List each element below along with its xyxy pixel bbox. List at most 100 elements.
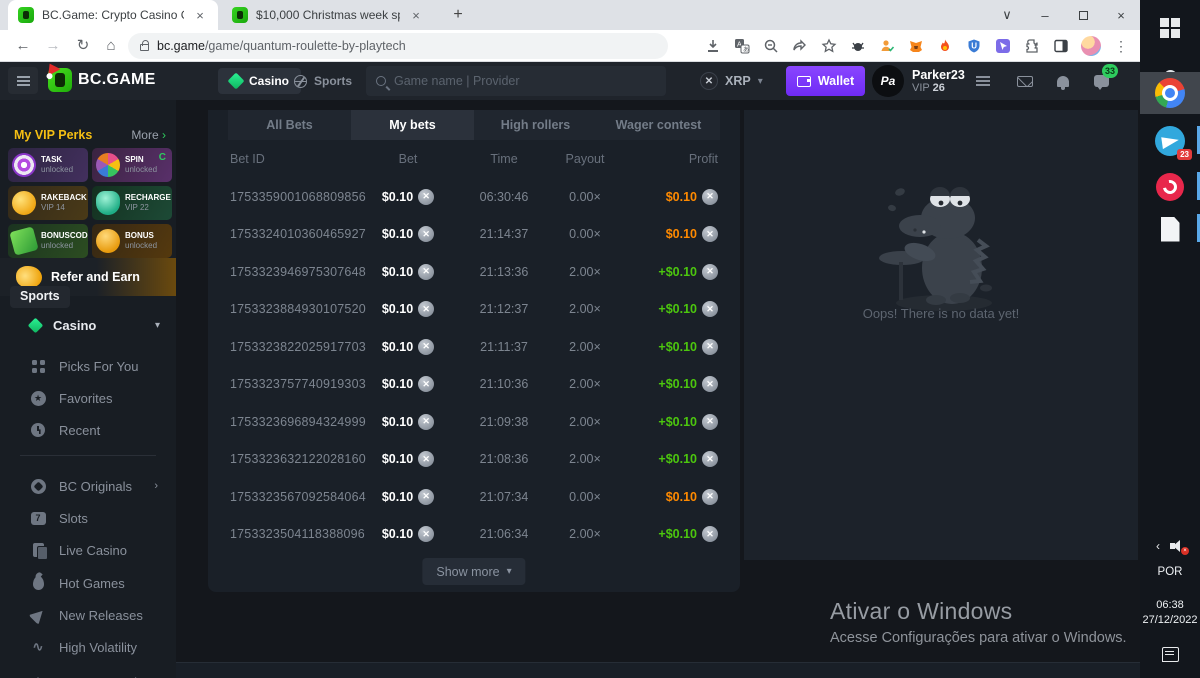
new-tab-button[interactable]: + [446, 4, 470, 28]
perk-bonus[interactable]: BONUSunlocked [92, 224, 172, 258]
perk-rakeback[interactable]: RAKEBACKVIP 14 [8, 186, 88, 220]
sidebar-item-feature-buyin[interactable]: Feature Buy-in [0, 668, 176, 678]
action-center-button[interactable] [1140, 640, 1200, 668]
table-row[interactable]: 1753324010360465927 $0.10✕ 21:14:37 0.00… [208, 216, 740, 254]
reload-button[interactable]: ↻ [72, 35, 94, 57]
show-more-button[interactable]: Show more ▾ [422, 558, 525, 585]
tab-high-rollers[interactable]: High rollers [474, 110, 597, 140]
sidebar-sports-label[interactable]: Sports [10, 286, 70, 308]
user-profile[interactable]: Pa Parker23 VIP 26 [872, 65, 965, 97]
hidden-icons-chevron-icon[interactable]: ‹ [1156, 539, 1160, 553]
taskbar-telegram-button[interactable]: 23 [1140, 120, 1200, 162]
game-search-input[interactable] [394, 74, 656, 88]
tab-close-icon[interactable]: × [408, 8, 424, 23]
sidebar-item-high-volatility[interactable]: ∿High Volatility [0, 633, 176, 661]
extension-purple-arrow-icon[interactable] [994, 37, 1012, 55]
rocket-icon [28, 605, 47, 624]
bet-amount: $0.10✕ [358, 489, 458, 505]
screen: BC.Game: Crypto Casino Games × $10,000 C… [0, 0, 1200, 678]
language-indicator[interactable]: POR [1140, 562, 1200, 582]
extension-spider-icon[interactable] [849, 37, 867, 55]
bets-table-body: 1753359001068809856 $0.10✕ 06:30:46 0.00… [208, 178, 740, 553]
sidebar-item-favorites[interactable]: ★Favorites [0, 384, 176, 412]
bcgame-logo[interactable]: BC.GAME [48, 68, 156, 92]
notifications-bell-icon[interactable] [1050, 69, 1076, 93]
table-row[interactable]: 1753323632122028160 $0.10✕ 21:08:36 2.00… [208, 441, 740, 479]
logo-text: BC.GAME [78, 71, 156, 89]
browser-tab-bcgame[interactable]: BC.Game: Crypto Casino Games × [8, 0, 218, 30]
table-row[interactable]: 1753323822025917703 $0.10✕ 21:11:37 2.00… [208, 328, 740, 366]
minimize-button[interactable]: – [1026, 8, 1064, 23]
nav-sports-button[interactable]: Sports [294, 68, 352, 94]
forward-button[interactable]: → [42, 35, 64, 57]
tab-all-bets[interactable]: All Bets [228, 110, 351, 140]
mail-icon[interactable] [1012, 69, 1038, 93]
perk-bonuscode[interactable]: BONUSCODEunlocked [8, 224, 88, 258]
speaker-muted-icon[interactable]: × [1170, 540, 1184, 552]
table-row[interactable]: 1753323884930107520 $0.10✕ 21:12:37 2.00… [208, 291, 740, 329]
taskbar-clock[interactable]: 06:38 27/12/2022 [1140, 596, 1200, 630]
tab-my-bets[interactable]: My bets [351, 110, 474, 140]
taskbar-red-app-button[interactable] [1140, 168, 1200, 206]
browser-menu-icon[interactable]: ⋮ [1112, 37, 1130, 55]
translate-icon[interactable]: Aあ [733, 37, 751, 55]
sidebar-item-recent[interactable]: Recent [0, 416, 176, 444]
tab-title: BC.Game: Crypto Casino Games [42, 8, 184, 22]
bookmark-star-icon[interactable] [820, 37, 838, 55]
tab-search-chevron-icon[interactable]: ∨ [988, 7, 1026, 23]
home-button[interactable]: ⌂ [100, 35, 122, 57]
site-header: BC.GAME Casino Sports ✕ XRP ▾ Wallet [0, 62, 1140, 100]
download-icon[interactable] [704, 37, 722, 55]
sidebar-item-picks-for-you[interactable]: Picks For You [0, 352, 176, 380]
rocket-icon [96, 191, 120, 215]
extension-person-icon[interactable] [878, 37, 896, 55]
chevron-right-icon: › [162, 128, 166, 142]
tab-wager-contest[interactable]: Wager contest [597, 110, 720, 140]
currency-selector[interactable]: ✕ XRP ▾ [700, 67, 763, 95]
perk-recharge[interactable]: RECHARGEVIP 22 [92, 186, 172, 220]
side-panel-icon[interactable] [1052, 37, 1070, 55]
table-row[interactable]: 1753359001068809856 $0.10✕ 06:30:46 0.00… [208, 178, 740, 216]
table-row[interactable]: 1753323504118388096 $0.10✕ 21:06:34 2.00… [208, 516, 740, 554]
bet-id: 1753323946975307648 [230, 265, 358, 279]
windows-activation-watermark: Ativar o Windows Acesse Configurações pa… [830, 598, 1127, 646]
extension-flame-icon[interactable] [936, 37, 954, 55]
address-bar[interactable]: bc.game/game/quantum-roulette-by-playtec… [128, 33, 668, 59]
sidebar-item-casino[interactable]: Casino ▾ [0, 310, 176, 340]
start-button[interactable] [1140, 6, 1200, 50]
nav-casino-button[interactable]: Casino [218, 68, 301, 94]
table-row[interactable]: 1753323757740919303 $0.10✕ 21:10:36 2.00… [208, 366, 740, 404]
bet-profit: +$0.10✕ [620, 414, 718, 430]
extension-metamask-icon[interactable] [907, 37, 925, 55]
bet-id: 1753323757740919303 [230, 377, 358, 391]
bcgame-favicon-icon [18, 7, 34, 23]
sidebar-item-bc-originals[interactable]: BC Originals› [0, 472, 176, 500]
sidebar-item-live-casino[interactable]: Live Casino [0, 536, 176, 564]
maximize-button[interactable] [1064, 8, 1102, 23]
betslip-icon[interactable] [970, 69, 996, 93]
sidebar-item-new-releases[interactable]: New Releases [0, 601, 176, 629]
perk-spin[interactable]: SPINunlockedC [92, 148, 172, 182]
bet-payout: 0.00× [550, 490, 620, 504]
share-icon[interactable] [791, 37, 809, 55]
perk-task[interactable]: TASKunlocked [8, 148, 88, 182]
extension-shield-icon[interactable]: U [965, 37, 983, 55]
browser-tab-christmas[interactable]: $10,000 Christmas week special × [222, 0, 434, 30]
vip-more-link[interactable]: More › [131, 128, 166, 142]
zoom-out-icon[interactable] [762, 37, 780, 55]
sidebar-item-hot-games[interactable]: Hot Games [0, 569, 176, 597]
tab-close-icon[interactable]: × [192, 8, 208, 23]
table-row[interactable]: 1753323946975307648 $0.10✕ 21:13:36 2.00… [208, 253, 740, 291]
close-window-button[interactable]: × [1102, 8, 1140, 23]
table-row[interactable]: 1753323567092584064 $0.10✕ 21:07:34 0.00… [208, 478, 740, 516]
taskbar-notepad-button[interactable] [1140, 210, 1200, 248]
sidebar-item-slots[interactable]: 7Slots [0, 504, 176, 532]
back-button[interactable]: ← [12, 35, 34, 57]
taskbar-chrome-button[interactable] [1140, 72, 1200, 114]
extensions-puzzle-icon[interactable] [1023, 37, 1041, 55]
wallet-button[interactable]: Wallet [786, 66, 865, 96]
profile-avatar[interactable] [1081, 36, 1101, 56]
hamburger-menu-icon[interactable] [8, 67, 38, 94]
table-row[interactable]: 1753323696894324999 $0.10✕ 21:09:38 2.00… [208, 403, 740, 441]
game-search[interactable] [366, 66, 666, 96]
